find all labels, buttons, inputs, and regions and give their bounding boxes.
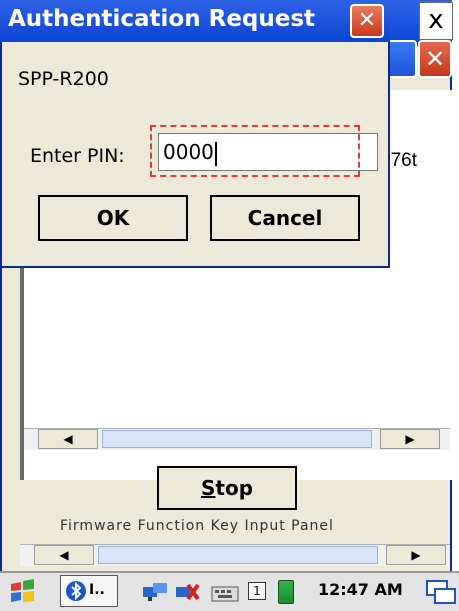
horizontal-scrollbar-bottom[interactable]: ◀ ▶ [20,544,450,566]
keyboard-icon[interactable] [210,575,240,607]
scroll-right-button[interactable]: ▶ [386,545,446,565]
scroll-thumb[interactable] [102,430,372,448]
scroll-thumb[interactable] [98,546,378,564]
desktop-icon[interactable] [424,575,458,607]
dialog-title: Authentication Request [8,6,316,32]
stop-button[interactable]: Stop [157,466,297,510]
pin-label: Enter PIN: [30,145,125,167]
close-icon: x [428,5,444,35]
left-arrow-icon: ◀ [59,548,69,562]
pin-highlight-annotation [150,125,360,177]
right-arrow-icon: ▶ [405,432,415,446]
taskbar-clock[interactable]: 12:47 AM [318,580,403,599]
tab-strip-text: Firmware Function Key Input Panel [60,518,334,534]
bluetooth-icon [66,581,86,601]
close-icon: ✕ [424,45,446,73]
ok-button[interactable]: OK [38,195,188,241]
background-close-button-2[interactable]: ✕ [418,40,452,78]
windows-flag-icon[interactable] [8,575,36,607]
ok-button-label: OK [96,206,130,230]
background-window-icon [387,40,417,78]
dialog-close-button[interactable]: ✕ [350,4,384,38]
bluetooth-task-label: I.. [89,582,105,598]
right-arrow-icon: ▶ [411,548,421,562]
input-panel-number[interactable]: 1 [248,582,266,600]
horizontal-scrollbar[interactable]: ◀ ▶ [24,428,450,450]
scroll-left-button[interactable]: ◀ [38,429,98,449]
scroll-right-button[interactable]: ▶ [380,429,440,449]
battery-icon [278,580,294,604]
cancel-button-label: Cancel [247,206,323,230]
cancel-button[interactable]: Cancel [210,195,360,241]
stop-button-label: Stop [200,476,254,500]
network-error-icon[interactable] [172,575,202,607]
close-icon: ✕ [357,8,377,33]
device-name: SPP-R200 [18,68,109,90]
scroll-left-button[interactable]: ◀ [34,545,94,565]
bluetooth-task-button[interactable]: I.. [60,575,118,607]
network-icon[interactable] [140,575,170,607]
background-close-button[interactable]: x [419,2,453,40]
left-arrow-icon: ◀ [63,432,73,446]
